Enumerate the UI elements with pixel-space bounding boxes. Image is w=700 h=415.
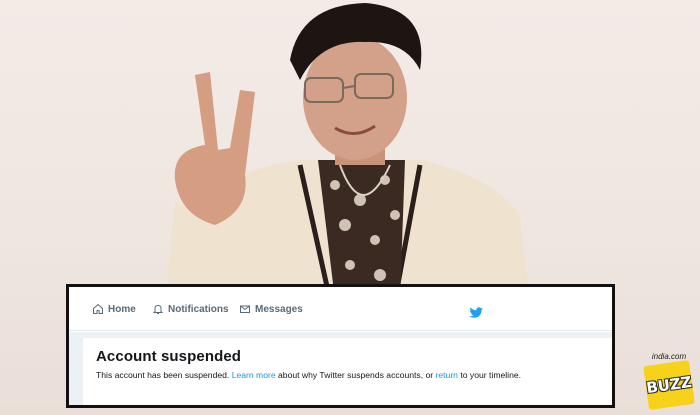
logo-site-name: india.com — [651, 352, 687, 361]
mail-icon — [240, 305, 250, 313]
nav-messages[interactable]: Messages — [239, 303, 303, 315]
learn-more-link[interactable]: Learn more — [232, 370, 276, 380]
twitter-bird-icon[interactable] — [469, 307, 483, 319]
nav-notifications-label: Notifications — [168, 303, 229, 315]
message-part-2: about why Twitter suspends accounts, or — [275, 370, 436, 380]
twitter-suspended-screenshot: Home Notifications Messages Account susp… — [66, 284, 615, 408]
logo-badge-text: BUZZ — [645, 372, 693, 398]
nav-messages-label: Messages — [255, 303, 303, 315]
message-part-3: to your timeline. — [457, 370, 522, 380]
twitter-body: Account suspended This account has been … — [69, 332, 612, 405]
message-part-1: This account has been suspended. — [96, 370, 232, 380]
india-buzz-logo: india.com BUZZ — [642, 352, 696, 410]
suspended-message: This account has been suspended. Learn m… — [96, 370, 612, 380]
nav-notifications[interactable]: Notifications — [152, 303, 229, 315]
return-link[interactable]: return — [436, 370, 458, 380]
nav-home[interactable]: Home — [92, 303, 136, 315]
suspended-title: Account suspended — [96, 348, 242, 365]
bell-icon — [152, 304, 164, 314]
twitter-nav-bar: Home Notifications Messages — [69, 287, 612, 331]
suspended-notice: Account suspended This account has been … — [83, 338, 612, 405]
home-icon — [93, 303, 103, 314]
nav-home-label: Home — [108, 303, 136, 315]
logo-badge: BUZZ — [643, 360, 695, 410]
